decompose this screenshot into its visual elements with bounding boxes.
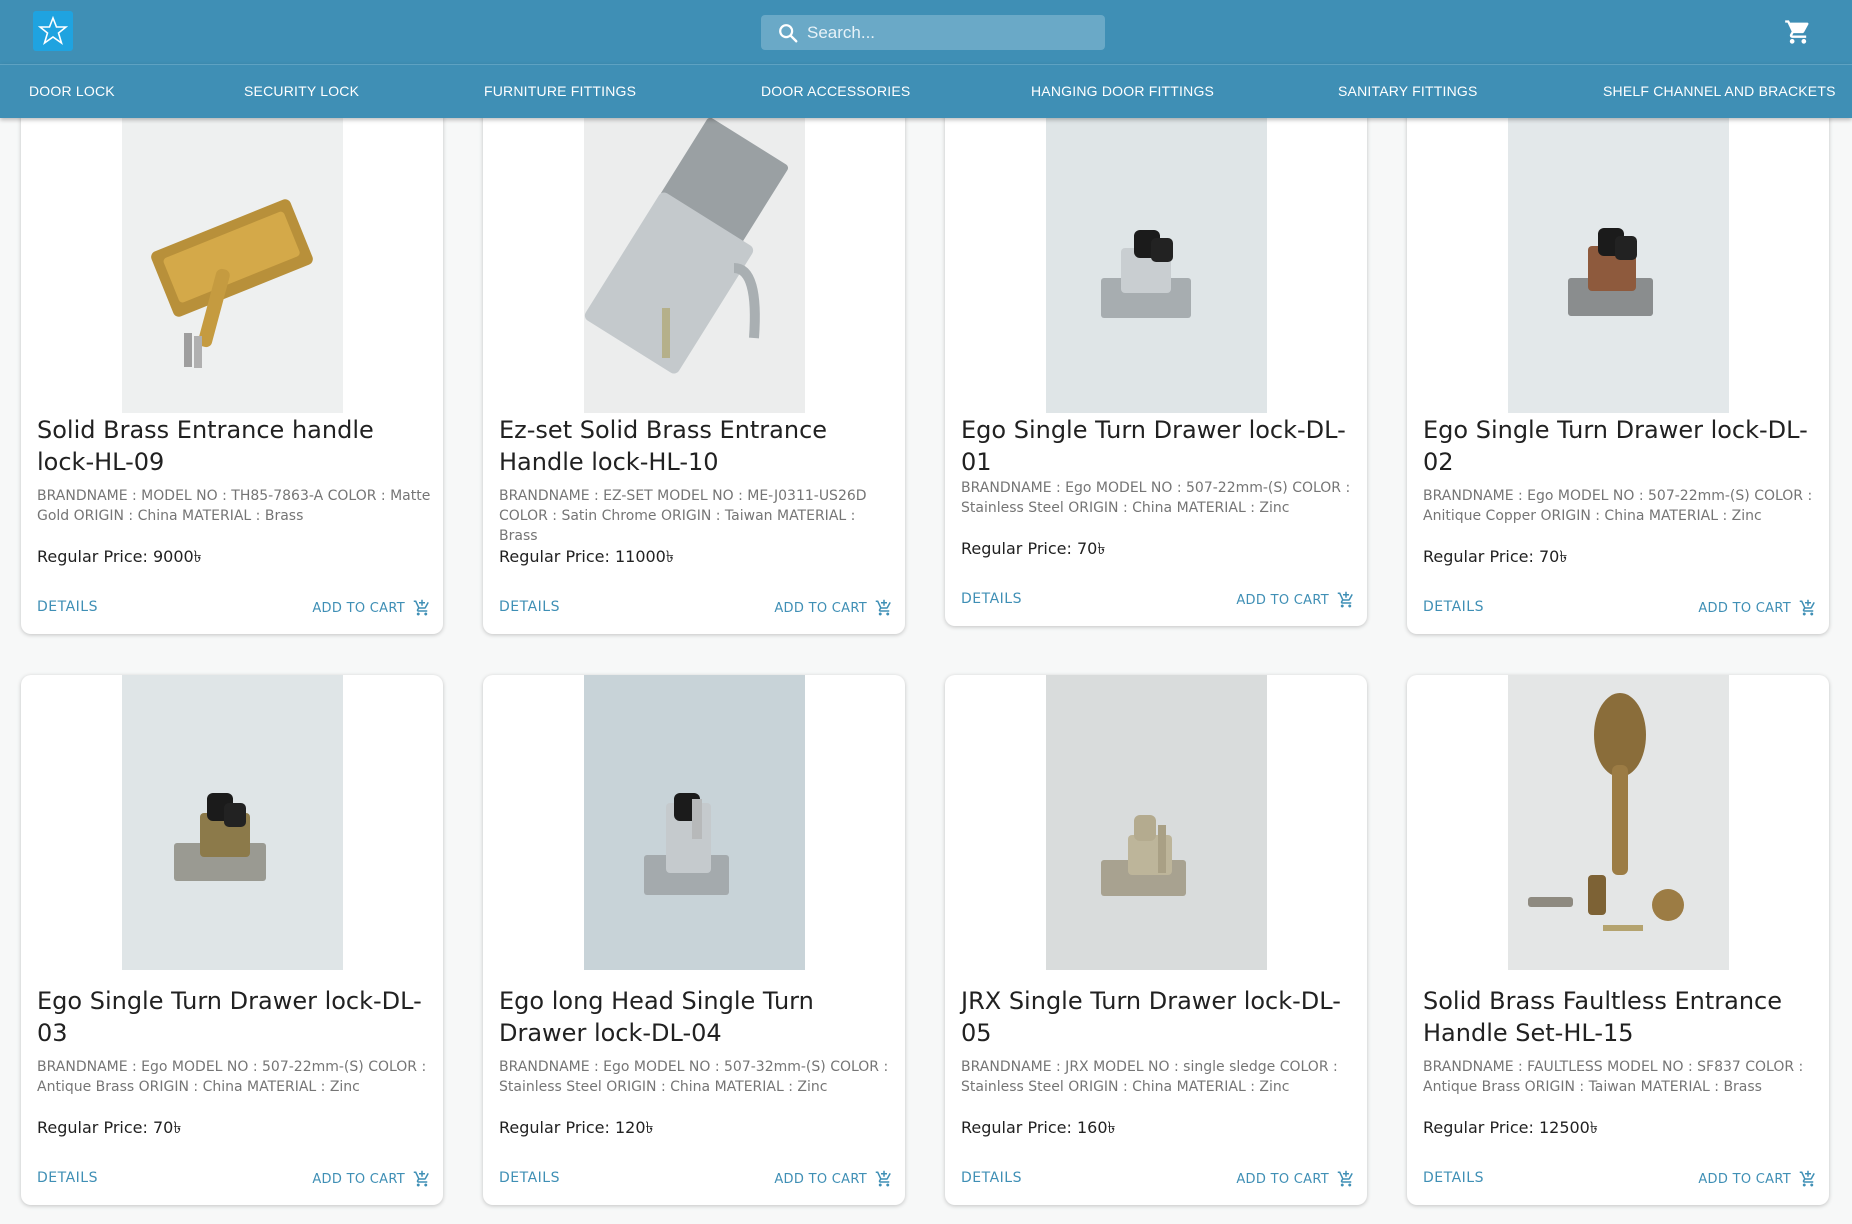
site-logo[interactable] bbox=[33, 11, 73, 51]
nav-security-lock[interactable]: SECURITY LOCK bbox=[244, 83, 359, 99]
add-shopping-cart-icon bbox=[875, 1170, 891, 1187]
product-title[interactable]: JRX Single Turn Drawer lock-DL-05 bbox=[961, 985, 1357, 1049]
product-card[interactable]: Ego long Head Single Turn Drawer lock-DL… bbox=[483, 675, 905, 1205]
search-box[interactable] bbox=[761, 15, 1105, 50]
product-image[interactable] bbox=[584, 675, 805, 970]
add-to-cart-button[interactable]: ADD TO CART bbox=[312, 599, 431, 617]
shopping-cart-icon[interactable] bbox=[1784, 18, 1812, 46]
product-price: Regular Price: 12500৳ bbox=[1423, 1118, 1598, 1137]
add-shopping-cart-icon bbox=[413, 599, 429, 616]
product-image[interactable] bbox=[1046, 118, 1267, 413]
product-card[interactable]: Ego Single Turn Drawer lock-DL-02 BRANDN… bbox=[1407, 64, 1829, 634]
top-app-bar bbox=[0, 0, 1852, 64]
add-to-cart-button[interactable]: ADD TO CART bbox=[1236, 1170, 1355, 1188]
product-title[interactable]: Solid Brass Entrance handle lock-HL-09 bbox=[37, 414, 433, 478]
add-to-cart-label: ADD TO CART bbox=[1236, 1171, 1329, 1187]
product-description: BRANDNAME : FAULTLESS MODEL NO : SF837 C… bbox=[1423, 1059, 1804, 1095]
nav-sanitary-fittings[interactable]: SANITARY FITTINGS bbox=[1338, 83, 1478, 99]
add-shopping-cart-icon bbox=[1799, 599, 1815, 616]
product-description: BRANDNAME : JRX MODEL NO : single sledge… bbox=[961, 1059, 1338, 1095]
product-card[interactable]: Solid Brass Faultless Entrance Handle Se… bbox=[1407, 675, 1829, 1205]
add-to-cart-label: ADD TO CART bbox=[1236, 592, 1329, 608]
nav-door-accessories[interactable]: DOOR ACCESSORIES bbox=[761, 83, 910, 99]
details-button[interactable]: DETAILS bbox=[37, 599, 98, 615]
product-image[interactable] bbox=[584, 118, 805, 413]
product-price: Regular Price: 9000৳ bbox=[37, 547, 202, 566]
add-to-cart-label: ADD TO CART bbox=[1698, 1171, 1791, 1187]
product-title[interactable]: Ego Single Turn Drawer lock-DL-02 bbox=[1423, 414, 1819, 478]
product-title[interactable]: Ez-set Solid Brass Entrance Handle lock-… bbox=[499, 414, 895, 478]
add-shopping-cart-icon bbox=[413, 1170, 429, 1187]
product-card[interactable]: JRX Single Turn Drawer lock-DL-05 BRANDN… bbox=[945, 675, 1367, 1205]
product-description: BRANDNAME : EZ-SET MODEL NO : ME-J0311-U… bbox=[499, 488, 867, 544]
add-to-cart-button[interactable]: ADD TO CART bbox=[1236, 591, 1355, 609]
product-image[interactable] bbox=[1046, 675, 1267, 970]
product-price: Regular Price: 70৳ bbox=[961, 539, 1106, 558]
details-button[interactable]: DETAILS bbox=[1423, 1170, 1484, 1186]
product-image[interactable] bbox=[122, 675, 343, 970]
add-to-cart-label: ADD TO CART bbox=[774, 600, 867, 616]
product-image[interactable] bbox=[1508, 118, 1729, 413]
star-logo-icon bbox=[38, 16, 68, 45]
category-nav: DOOR LOCK SECURITY LOCK FURNITURE FITTIN… bbox=[0, 64, 1852, 118]
product-card[interactable]: Ez-set Solid Brass Entrance Handle lock-… bbox=[483, 64, 905, 634]
details-button[interactable]: DETAILS bbox=[499, 599, 560, 615]
details-button[interactable]: DETAILS bbox=[499, 1170, 560, 1186]
add-to-cart-label: ADD TO CART bbox=[1698, 600, 1791, 616]
add-shopping-cart-icon bbox=[875, 599, 891, 616]
add-to-cart-label: ADD TO CART bbox=[774, 1171, 867, 1187]
product-title[interactable]: Ego Single Turn Drawer lock-DL-01 bbox=[961, 414, 1357, 478]
product-description: BRANDNAME : Ego MODEL NO : 507-22mm-(S) … bbox=[961, 480, 1351, 516]
product-description: BRANDNAME : Ego MODEL NO : 507-32mm-(S) … bbox=[499, 1059, 889, 1095]
add-to-cart-button[interactable]: ADD TO CART bbox=[774, 599, 893, 617]
add-to-cart-label: ADD TO CART bbox=[312, 600, 405, 616]
add-to-cart-button[interactable]: ADD TO CART bbox=[312, 1170, 431, 1188]
product-image[interactable] bbox=[122, 118, 343, 413]
product-price: Regular Price: 160৳ bbox=[961, 1118, 1116, 1137]
add-to-cart-button[interactable]: ADD TO CART bbox=[1698, 599, 1817, 617]
product-price: Regular Price: 70৳ bbox=[1423, 547, 1568, 566]
product-description: BRANDNAME : Ego MODEL NO : 507-22mm-(S) … bbox=[37, 1059, 427, 1095]
add-shopping-cart-icon bbox=[1337, 591, 1353, 608]
product-description: BRANDNAME : Ego MODEL NO : 507-22mm-(S) … bbox=[1423, 488, 1813, 524]
search-input[interactable] bbox=[807, 15, 1097, 50]
product-title[interactable]: Ego Single Turn Drawer lock-DL-03 bbox=[37, 985, 433, 1049]
add-to-cart-button[interactable]: ADD TO CART bbox=[1698, 1170, 1817, 1188]
details-button[interactable]: DETAILS bbox=[1423, 599, 1484, 615]
product-description: BRANDNAME : MODEL NO : TH85-7863-A COLOR… bbox=[37, 488, 431, 524]
nav-door-lock[interactable]: DOOR LOCK bbox=[29, 83, 115, 99]
nav-hanging-door-fittings[interactable]: HANGING DOOR FITTINGS bbox=[1031, 83, 1214, 99]
details-button[interactable]: DETAILS bbox=[961, 1170, 1022, 1186]
product-title[interactable]: Ego long Head Single Turn Drawer lock-DL… bbox=[499, 985, 895, 1049]
product-image[interactable] bbox=[1508, 675, 1729, 970]
nav-shelf-channel-and-brackets[interactable]: SHELF CHANNEL AND BRACKETS bbox=[1603, 83, 1836, 99]
details-button[interactable]: DETAILS bbox=[961, 591, 1022, 607]
search-icon bbox=[779, 24, 798, 43]
add-shopping-cart-icon bbox=[1799, 1170, 1815, 1187]
product-price: Regular Price: 11000৳ bbox=[499, 547, 674, 566]
add-shopping-cart-icon bbox=[1337, 1170, 1353, 1187]
add-to-cart-button[interactable]: ADD TO CART bbox=[774, 1170, 893, 1188]
product-price: Regular Price: 70৳ bbox=[37, 1118, 182, 1137]
add-to-cart-label: ADD TO CART bbox=[312, 1171, 405, 1187]
product-card[interactable]: Solid Brass Entrance handle lock-HL-09 B… bbox=[21, 64, 443, 634]
product-price: Regular Price: 120৳ bbox=[499, 1118, 654, 1137]
product-title[interactable]: Solid Brass Faultless Entrance Handle Se… bbox=[1423, 985, 1819, 1049]
product-card[interactable]: Ego Single Turn Drawer lock-DL-03 BRANDN… bbox=[21, 675, 443, 1205]
nav-furniture-fittings[interactable]: FURNITURE FITTINGS bbox=[484, 83, 636, 99]
product-card[interactable]: Ego Single Turn Drawer lock-DL-01 BRANDN… bbox=[945, 64, 1367, 626]
details-button[interactable]: DETAILS bbox=[37, 1170, 98, 1186]
